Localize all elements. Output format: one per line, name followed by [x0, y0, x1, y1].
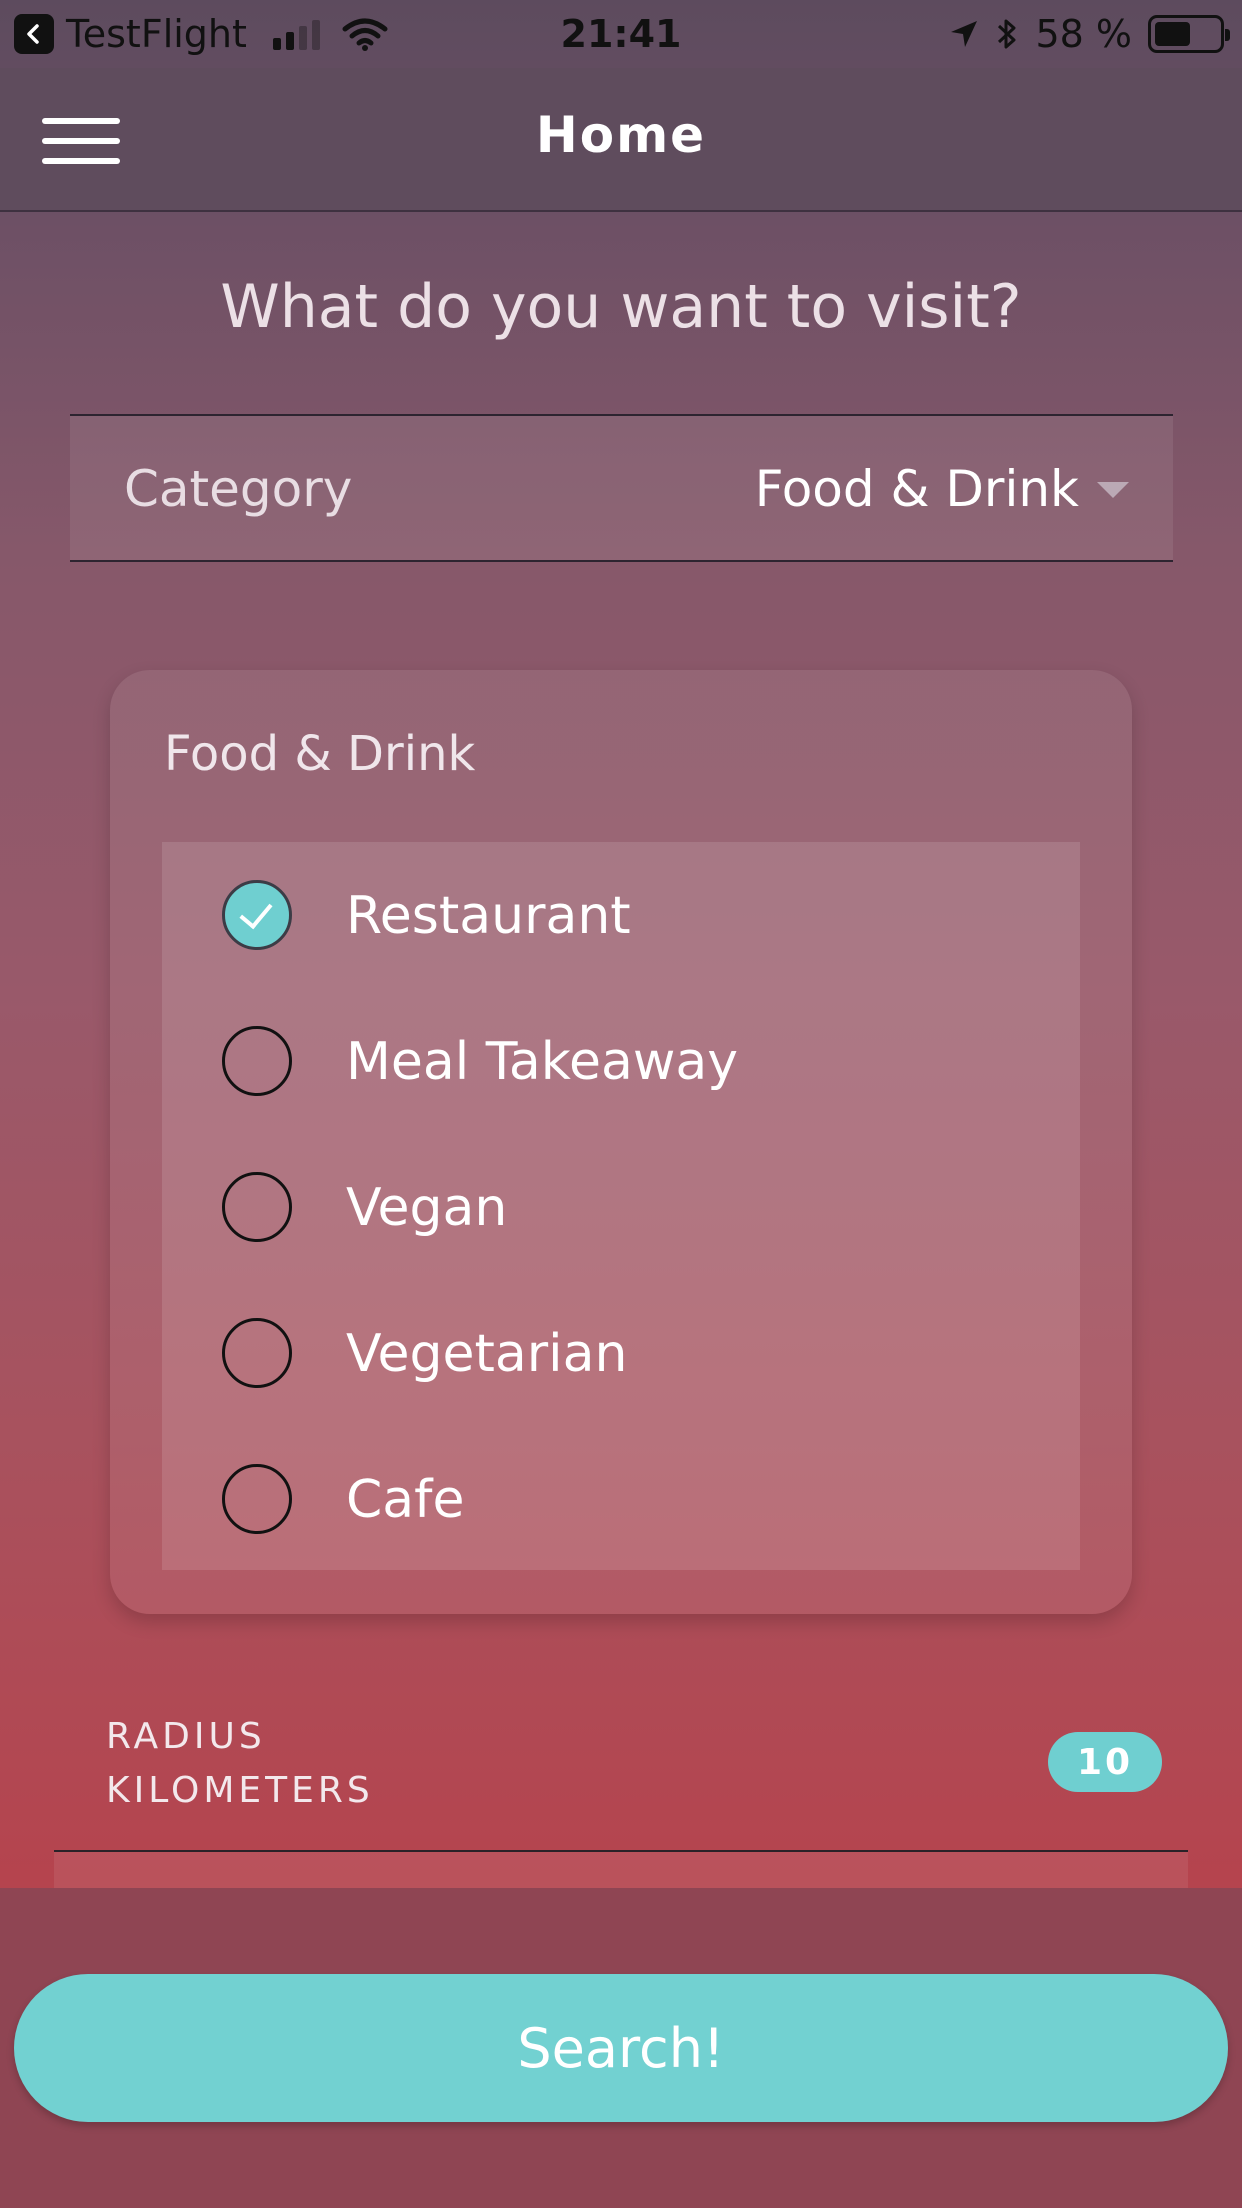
radius-label-line2: KILOMETERS	[106, 1770, 374, 1811]
subcategory-card: Food & Drink Restaurant Meal Takeaway Ve…	[110, 670, 1132, 1614]
category-label: Category	[124, 460, 353, 518]
option-vegan[interactable]: Vegan	[162, 1134, 1080, 1280]
subcategory-options-list: Restaurant Meal Takeaway Vegan Vegetaria…	[162, 842, 1080, 1570]
location-arrow-icon	[951, 21, 978, 47]
option-meal-takeaway[interactable]: Meal Takeaway	[162, 988, 1080, 1134]
radio-unchecked-icon[interactable]	[222, 1464, 292, 1534]
option-label: Restaurant	[346, 886, 631, 946]
battery-percent: 58 %	[1035, 12, 1132, 56]
radius-label: RADIUS KILOMETERS	[106, 1710, 374, 1818]
visit-prompt: What do you want to visit?	[220, 272, 1022, 342]
dropdown-caret-icon	[1097, 482, 1129, 498]
category-selected-value: Food & Drink	[754, 460, 1079, 518]
radio-checked-icon[interactable]	[222, 880, 292, 950]
battery-icon	[1148, 15, 1230, 53]
nav-bar: Home	[0, 68, 1242, 212]
status-right: 58 %	[949, 12, 1230, 56]
option-restaurant[interactable]: Restaurant	[162, 842, 1080, 988]
radius-value-badge: 10	[1048, 1732, 1162, 1792]
radio-unchecked-icon[interactable]	[222, 1026, 292, 1096]
option-vegetarian[interactable]: Vegetarian	[162, 1280, 1080, 1426]
option-cafe[interactable]: Cafe	[162, 1426, 1080, 1572]
bluetooth-icon	[998, 19, 1016, 49]
radius-slider[interactable]	[54, 1852, 1188, 1892]
category-dropdown[interactable]: Category Food & Drink	[70, 414, 1173, 562]
radio-unchecked-icon[interactable]	[222, 1318, 292, 1388]
search-button[interactable]: Search!	[14, 1974, 1228, 2122]
option-label: Meal Takeaway	[346, 1032, 739, 1092]
subcategory-card-title: Food & Drink	[164, 726, 476, 782]
radio-unchecked-icon[interactable]	[222, 1172, 292, 1242]
option-label: Vegan	[346, 1178, 508, 1238]
status-bar: TestFlight 21:41 58 %	[0, 0, 1242, 68]
option-label: Vegetarian	[346, 1324, 628, 1384]
radius-label-line1: RADIUS	[106, 1716, 266, 1757]
option-label: Cafe	[346, 1470, 465, 1530]
page-title: Home	[535, 106, 707, 164]
